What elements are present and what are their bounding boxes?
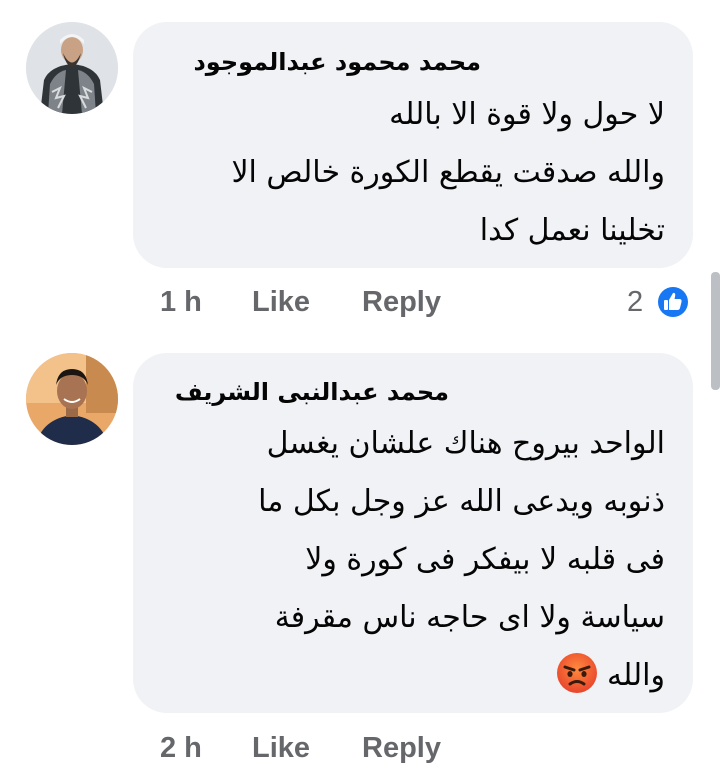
comment-author[interactable]: محمد عبدالنبى الشريف: [175, 378, 449, 406]
comment-line-last: والله: [143, 647, 665, 705]
scrollbar[interactable]: [711, 272, 720, 390]
reply-button[interactable]: Reply: [362, 286, 441, 319]
comment-bubble: محمد عبدالنبى الشريف الواحد بيروح هناك ع…: [133, 353, 693, 713]
comment-line: تخلينا نعمل كدا: [479, 213, 665, 248]
comment-text: الواحد بيروح هناك علشان يغسل ذنوبه ويدعى…: [143, 415, 665, 705]
comment-line: الواحد بيروح هناك علشان يغسل: [266, 426, 665, 461]
comment-timestamp[interactable]: 2 h: [160, 732, 202, 765]
reply-button[interactable]: Reply: [362, 732, 441, 765]
comment-line: والله صدقت يقطع الكورة خالص الا: [231, 155, 665, 190]
comment-line: فى قلبه لا بيفكر فى كورة ولا: [305, 542, 665, 577]
like-button[interactable]: Like: [252, 286, 310, 319]
like-icon[interactable]: [655, 284, 691, 320]
like-button[interactable]: Like: [252, 732, 310, 765]
comment-line: سياسة ولا اى حاجه ناس مقرفة: [274, 600, 665, 635]
comment-bubble: محمد محمود عبدالموجود لا حول ولا قوة الا…: [133, 22, 693, 268]
reaction-count[interactable]: 2: [627, 286, 643, 319]
avatar[interactable]: [26, 353, 118, 445]
comment-author[interactable]: محمد محمود عبدالموجود: [193, 48, 481, 76]
angry-face-emoji: [557, 653, 598, 693]
avatar[interactable]: [26, 22, 118, 114]
comment-text: لا حول ولا قوة الا بالله والله صدقت يقطع…: [143, 86, 665, 260]
comment-timestamp[interactable]: 1 h: [160, 286, 202, 319]
comment-line: والله: [607, 658, 665, 693]
comment-line: ذنوبه ويدعى الله عز وجل بكل ما: [258, 484, 665, 519]
comment-line: لا حول ولا قوة الا بالله: [389, 97, 665, 132]
